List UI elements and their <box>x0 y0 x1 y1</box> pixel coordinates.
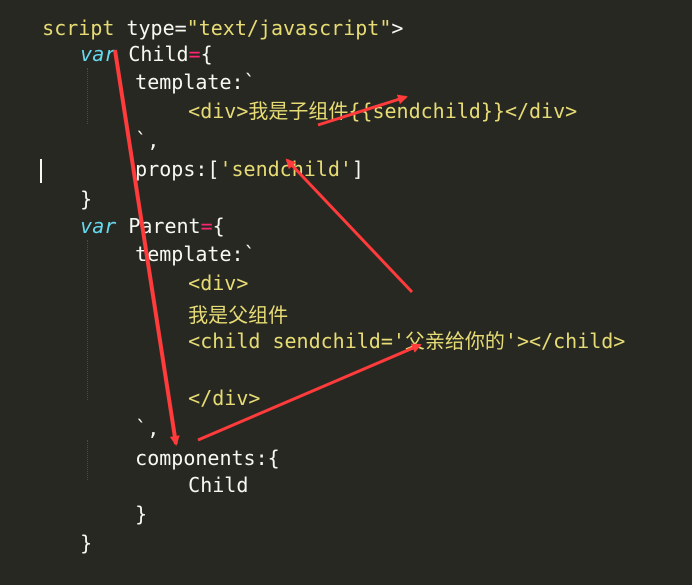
code-token: </div> <box>504 99 578 123</box>
code-token: ] <box>351 157 364 181</box>
text-cursor <box>40 159 42 183</box>
code-line-16: } <box>87 472 147 526</box>
code-line-2: template:` <box>87 40 255 94</box>
code-token: } <box>135 502 148 526</box>
code-line-3: <div>我是子组件{{sendchild}}</div> <box>140 69 577 123</box>
code-editor[interactable]: script type="text/javascript"> var Child… <box>0 0 692 555</box>
string-token: 'sendchild' <box>219 157 352 181</box>
code-token: {{sendchild}} <box>348 99 505 123</box>
code-line-7: var Parent={ <box>32 184 225 238</box>
code-token: } <box>80 531 93 555</box>
code-token: props:[ <box>135 157 220 181</box>
code-token: 父亲给你的 <box>404 329 505 353</box>
code-line-13: `, <box>87 386 159 440</box>
code-line-1: var Child={ <box>32 12 212 66</box>
code-line-5: props:['sendchild'] <box>87 127 364 181</box>
code-token: 我是子组件 <box>248 99 349 123</box>
code-token: "text/javascript" <box>186 16 392 40</box>
code-token: </div> <box>188 386 261 410</box>
code-token: Child <box>188 473 249 497</box>
code-token: '></child> <box>504 329 626 353</box>
code-line-15: Child <box>140 443 248 497</box>
code-line-9: <div> <box>140 241 248 295</box>
code-line-17: } <box>32 501 92 555</box>
code-line-11: <child sendchild='父亲给你的'></child> <box>140 299 625 353</box>
code-line-4: `, <box>87 98 159 152</box>
code-line-14: components:{ <box>87 416 280 470</box>
code-line-8: template:` <box>87 212 255 266</box>
code-token: <div> <box>188 99 249 123</box>
code-token: <child sendchild=' <box>188 329 405 353</box>
code-line-10: 我是父组件 <box>140 273 288 327</box>
code-token: > <box>391 16 404 40</box>
code-line-12: </div> <box>140 356 260 410</box>
